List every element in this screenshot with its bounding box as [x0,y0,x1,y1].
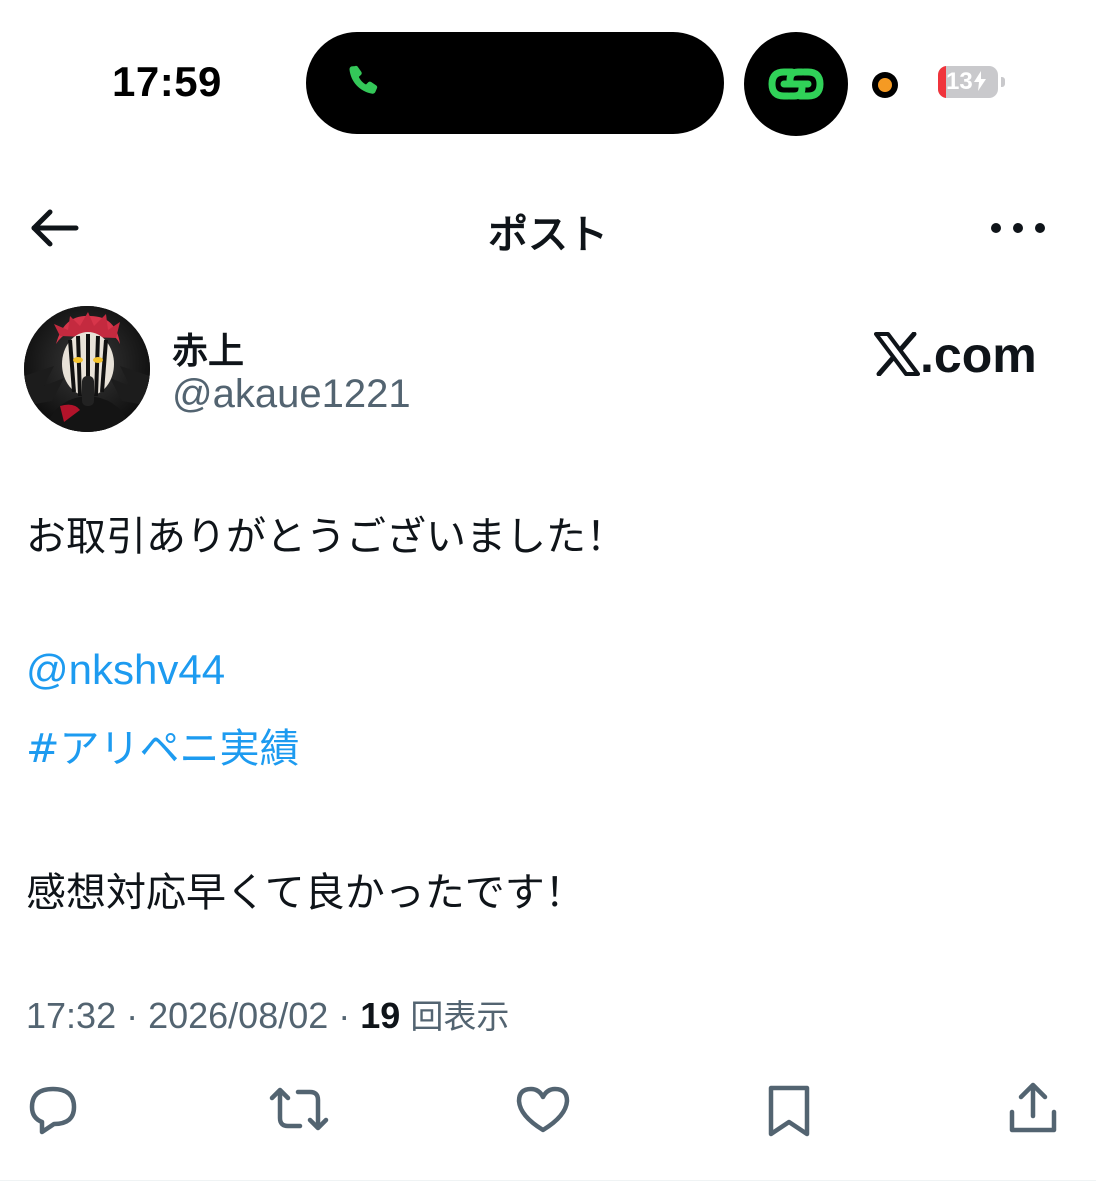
heart-icon [516,1086,570,1133]
battery-level-fill [938,66,946,98]
post-time: 17:32 [26,995,117,1036]
repost-icon [269,1087,329,1131]
battery-indicator: 13 [938,64,1008,100]
battery-body: 13 [938,66,998,98]
post-meta: 17:32 · 2026/08/02 · 19 回表示 [26,990,509,1038]
post-text-line: お取引ありがとうございました！ [26,514,626,560]
like-button[interactable] [510,1076,576,1142]
x-logo-icon [874,332,920,376]
meta-separator: · [116,995,149,1036]
dynamic-island[interactable] [306,32,724,134]
views-count[interactable]: 19 [360,995,400,1036]
privacy-indicator-dot [872,72,898,98]
more-horizontal-icon [991,223,1045,233]
post-text-line: 感想対応早くて良かったです！ [26,870,585,916]
bookmark-button[interactable] [756,1076,822,1142]
phone-call-icon [349,65,378,94]
status-clock: 17:59 [112,58,222,105]
island-activity-bubble[interactable] [744,32,848,136]
charging-bolt-icon [973,71,986,91]
battery-tip [1001,77,1005,87]
hashtag-link[interactable]: #アリペニ実績 [26,716,300,774]
views-label: 回表示 [410,997,510,1036]
battery-percentage: 13 [946,69,986,95]
status-bar: 17:59 13 [0,0,1096,160]
share-button[interactable] [1000,1076,1066,1142]
action-bar [0,1070,1096,1150]
divider [0,1180,1096,1181]
mention-link[interactable]: @nkshv44 [26,646,225,694]
post-date: 2026/08/02 [148,995,329,1036]
author-display-name[interactable]: 赤上 [172,322,244,374]
brand-domain: .com [920,327,1037,383]
repost-button[interactable] [266,1076,332,1142]
nav-header: ポスト [0,180,1096,276]
link-icon [768,68,824,100]
page-title: ポスト [488,212,608,258]
meta-separator: · [328,995,361,1036]
avatar[interactable] [24,306,150,432]
author-handle[interactable]: @akaue1221 [172,372,411,417]
more-options-button[interactable] [984,204,1056,252]
share-icon [1009,1082,1057,1133]
reply-button[interactable] [20,1076,86,1142]
bookmark-icon [768,1085,810,1137]
reply-icon [29,1086,77,1135]
avatar-image [24,306,150,432]
